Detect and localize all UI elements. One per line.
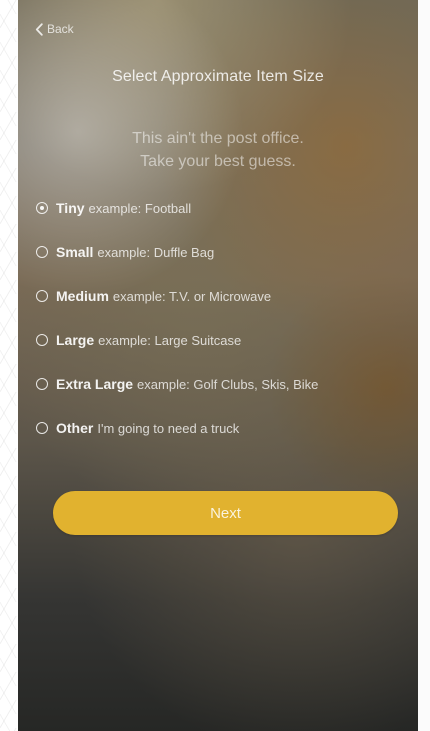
option-description: I'm going to need a truck [97,420,240,436]
size-option-small[interactable]: Small example: Duffle Bag [36,241,406,263]
radio-icon[interactable] [36,246,48,258]
item-size-screen: Back Select Approximate Item Size This a… [18,0,418,731]
radio-icon[interactable] [36,378,48,390]
option-description: example: T.V. or Microwave [112,288,272,304]
option-name: Small [56,244,94,260]
page: Back Select Approximate Item Size This a… [0,0,430,731]
size-option-extra-large[interactable]: Extra Large example: Golf Clubs, Skis, B… [36,373,406,395]
size-option-other[interactable]: Other I'm going to need a truck [36,417,406,439]
back-label: Back [47,22,74,36]
back-button[interactable]: Back [35,20,74,38]
next-button[interactable]: Next [53,491,398,535]
option-description: example: Golf Clubs, Skis, Bike [137,376,319,392]
chevron-left-icon [35,22,43,36]
option-name: Extra Large [56,376,134,392]
radio-icon[interactable] [36,422,48,434]
radio-icon[interactable] [36,290,48,302]
option-name: Medium [56,288,109,304]
option-description: example: Football [88,200,192,216]
page-title: Select Approximate Item Size [112,68,324,85]
radio-selected-icon[interactable] [36,202,48,214]
size-option-medium[interactable]: Medium example: T.V. or Microwave [36,285,406,307]
option-description: example: Duffle Bag [97,244,215,260]
screen-content: Back Select Approximate Item Size This a… [18,0,418,731]
option-name: Large [56,332,95,348]
option-description: example: Large Suitcase [98,332,242,348]
option-name: Other [56,420,94,436]
subtitle: This ain't the post office. Take your be… [18,127,418,173]
option-name: Tiny [56,200,85,216]
subtitle-line-2: Take your best guess. [140,153,296,170]
background-pattern [0,0,18,731]
radio-icon[interactable] [36,334,48,346]
size-option-large[interactable]: Large example: Large Suitcase [36,329,406,351]
size-options: Tiny example: Football Small example: Du… [36,197,406,461]
size-option-tiny[interactable]: Tiny example: Football [36,197,406,219]
subtitle-line-1: This ain't the post office. [132,130,304,147]
